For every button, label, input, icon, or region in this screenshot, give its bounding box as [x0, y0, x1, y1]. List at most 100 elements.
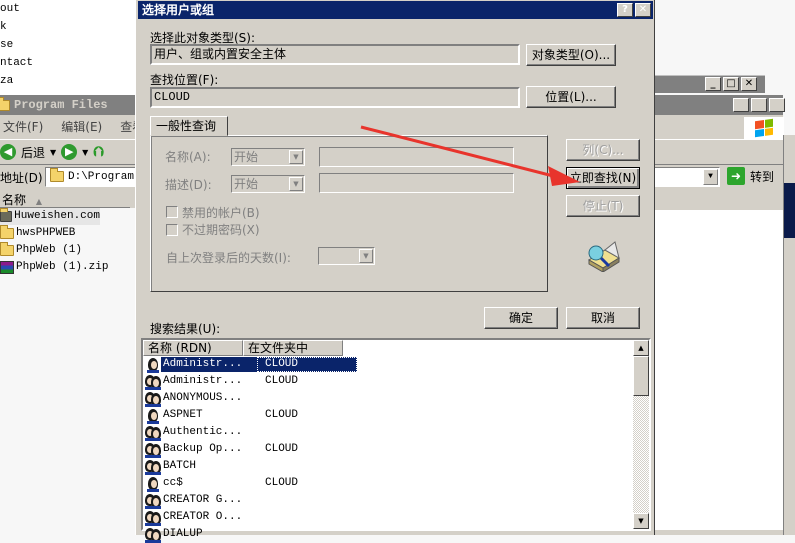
file-item[interactable]: PhpWeb (1) [0, 242, 140, 259]
file-list: Huweishen.com hwsPHPWEB PhpWeb (1) PhpWe… [0, 208, 140, 535]
forward-arrow-icon[interactable]: ▶ [61, 144, 78, 160]
scroll-up-button[interactable]: ▲ [633, 340, 649, 356]
locations-button[interactable]: 位置(L)... [526, 86, 616, 108]
go-button[interactable]: ➜ 转到 [727, 167, 774, 185]
results-header: 名称 (RDN) 在文件夹中 [143, 340, 343, 356]
list-item[interactable]: se [0, 36, 140, 54]
maximize-button[interactable]: □ [751, 98, 767, 112]
winrar-archive-icon [0, 261, 14, 274]
name-input[interactable] [319, 147, 514, 167]
list-item[interactable]: k [0, 18, 140, 36]
file-item[interactable]: hwsPHPWEB [0, 225, 140, 242]
result-name: ASPNET [163, 409, 203, 421]
dropdown-arrow-icon[interactable]: ▼ [359, 249, 373, 263]
list-item[interactable]: za [0, 72, 140, 90]
column-header-name[interactable]: 名称 ▲ [0, 192, 130, 208]
close-button[interactable]: ✕ [769, 98, 785, 112]
name-label: 名称(A): [165, 150, 211, 164]
days-since-logon-combo[interactable]: ▼ [318, 247, 375, 265]
list-item[interactable]: ntact [0, 54, 140, 72]
list-item[interactable]: out [0, 0, 140, 18]
file-item[interactable]: PhpWeb (1).zip [0, 259, 140, 276]
go-label: 转到 [750, 169, 775, 184]
days-since-logon-label: 自上次登录后的天数(I): [166, 251, 291, 265]
disabled-accounts-label: 禁用的帐户(B) [182, 206, 260, 220]
file-name: PhpWeb (1).zip [16, 261, 109, 273]
object-types-button[interactable]: 对象类型(O)... [526, 44, 616, 66]
find-now-button[interactable]: 立即查找(N) [566, 167, 640, 189]
dropdown-arrow-icon[interactable]: ▼ [289, 177, 303, 191]
scroll-down-button[interactable]: ▼ [633, 513, 649, 529]
result-row[interactable]: ANONYMOUS... [145, 390, 357, 407]
file-item[interactable]: Huweishen.com [0, 208, 100, 225]
result-name: BATCH [163, 460, 197, 472]
menu-file[interactable]: 文件(F) [3, 115, 43, 139]
description-label: 描述(D): [165, 178, 212, 192]
result-folder [257, 510, 357, 525]
windows-flag-icon [755, 118, 773, 138]
result-row[interactable]: Backup Op... CLOUD [145, 441, 357, 458]
object-type-field: 用户、组或内置安全主体 [150, 44, 520, 65]
dropdown-arrow-icon[interactable]: ▼ [289, 150, 303, 164]
result-folder: CLOUD [265, 477, 299, 489]
location-field: CLOUD [150, 87, 520, 108]
help-button[interactable]: ? [617, 3, 633, 17]
address-dropdown-button[interactable]: ▼ [703, 169, 718, 185]
result-row[interactable]: Administr... CLOUD [145, 373, 357, 390]
columns-button[interactable]: 列(C)... [566, 139, 640, 161]
group-icon [145, 425, 161, 441]
result-row[interactable]: ASPNET CLOUD [145, 407, 357, 424]
group-icon [145, 510, 161, 526]
scroll-thumb[interactable] [633, 356, 649, 396]
minimize-button[interactable]: _ [733, 98, 749, 112]
close-button[interactable]: ✕ [635, 3, 651, 17]
result-row[interactable]: Authentic... [145, 424, 357, 441]
result-row[interactable]: cc$ CLOUD [145, 475, 357, 492]
folder-icon [0, 97, 10, 111]
maximize-button[interactable]: □ [723, 77, 739, 91]
stop-button[interactable]: 停止(T) [566, 195, 640, 217]
cancel-button[interactable]: 取消 [566, 307, 640, 329]
group-icon [145, 391, 161, 407]
disabled-accounts-checkbox[interactable] [166, 206, 178, 218]
result-name: Backup Op... [163, 443, 243, 455]
back-arrow-icon[interactable]: ◀ [0, 144, 16, 160]
description-match-combo[interactable]: 开始 ▼ [231, 175, 305, 193]
sort-ascending-icon: ▲ [35, 197, 42, 206]
search-results-list: 名称 (RDN) 在文件夹中 Administr... CLOUD Administ… [141, 338, 651, 543]
result-row[interactable]: Administr... CLOUD [145, 356, 357, 373]
combo-value: 开始 [234, 150, 259, 164]
name-match-combo[interactable]: 开始 ▼ [231, 148, 305, 166]
ok-button[interactable]: 确定 [484, 307, 558, 329]
dropdown-arrow-icon[interactable]: ▼ [82, 148, 88, 157]
dialog-title: 选择用户或组 [142, 3, 215, 17]
result-folder [257, 459, 357, 474]
description-input[interactable] [319, 173, 514, 193]
result-row[interactable]: BATCH [145, 458, 357, 475]
result-row[interactable]: CREATOR O... [145, 509, 357, 526]
folder-icon [50, 167, 64, 182]
window-title: Program Files [14, 98, 108, 112]
menu-edit[interactable]: 编辑(E) [61, 115, 102, 139]
dialog-titlebar: 选择用户或组 ? ✕ [138, 1, 653, 19]
back-button[interactable]: 后退 [21, 144, 45, 161]
location-label: 查找位置(F): [150, 73, 219, 87]
result-row[interactable]: CREATOR G... [145, 492, 357, 509]
result-folder: CLOUD [265, 409, 299, 421]
column-header-folder[interactable]: 在文件夹中 [243, 340, 343, 356]
combo-value: 开始 [234, 177, 259, 191]
non-expiring-password-checkbox[interactable] [166, 224, 178, 236]
user-icon [145, 408, 161, 424]
result-name: ANONYMOUS... [163, 392, 243, 404]
column-header-name[interactable]: 名称 (RDN) [143, 340, 243, 356]
user-icon [145, 357, 161, 373]
folder-up-icon[interactable]: ⮉ [93, 144, 104, 160]
non-expiring-password-label: 不过期密码(X) [182, 223, 260, 237]
vertical-scrollbar[interactable]: ▲ ▼ [633, 340, 649, 529]
background-window-titlebar: _ □ ✕ [655, 75, 765, 93]
minimize-button[interactable]: _ [705, 77, 721, 91]
tab-common-queries[interactable]: 一般性查询 [150, 116, 228, 136]
close-button[interactable]: ✕ [741, 77, 757, 91]
group-icon [145, 442, 161, 458]
dropdown-arrow-icon[interactable]: ▼ [50, 148, 56, 157]
